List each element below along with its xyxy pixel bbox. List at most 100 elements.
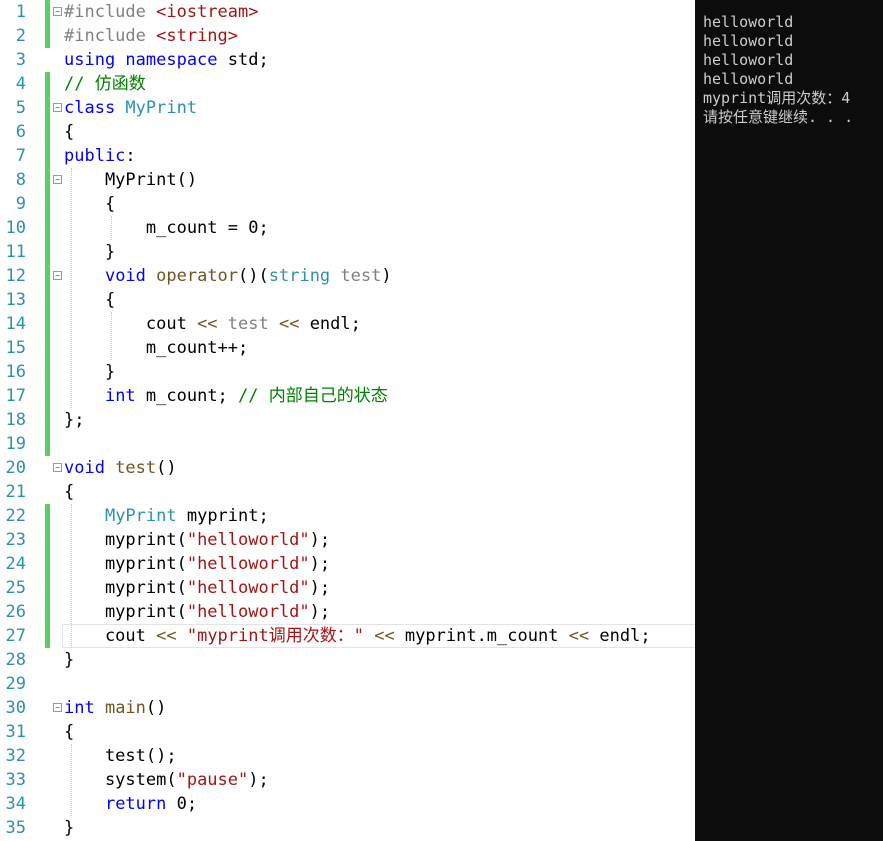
code-token: } bbox=[64, 650, 75, 670]
line-number: 30 bbox=[5, 698, 26, 718]
code-line[interactable]: 18}; bbox=[0, 408, 695, 432]
code-token: MyPrint() bbox=[64, 170, 198, 190]
line-number: 32 bbox=[5, 746, 26, 766]
console-output-line: helloworld bbox=[703, 70, 794, 88]
code-line[interactable]: 2 #include <string> bbox=[0, 24, 695, 48]
code-line[interactable]: 33 system("pause"); bbox=[0, 768, 695, 792]
code-text: MyPrint myprint; bbox=[64, 504, 269, 528]
code-token: MyPrint bbox=[104, 506, 187, 526]
code-line[interactable]: 30 int main() bbox=[0, 696, 695, 720]
code-line[interactable]: 14 cout << test << endl; bbox=[0, 312, 695, 336]
code-text: test(); bbox=[64, 744, 177, 768]
line-number: 16 bbox=[5, 362, 26, 382]
code-line[interactable]: 25 myprint("helloworld"); bbox=[0, 576, 695, 600]
code-token: int bbox=[64, 698, 105, 718]
code-line[interactable]: 3 using namespace std; bbox=[0, 48, 695, 72]
change-indicator bbox=[45, 216, 50, 240]
collapse-icon[interactable] bbox=[53, 271, 62, 280]
code-text: cout << "myprint调用次数：" << myprint.m_coun… bbox=[64, 624, 651, 648]
code-line[interactable]: 17 int m_count; // 内部自己的状态 bbox=[0, 384, 695, 408]
code-token: test bbox=[115, 458, 157, 478]
code-token: cout bbox=[64, 626, 157, 646]
change-indicator bbox=[45, 120, 50, 144]
console-output-line: helloworld bbox=[703, 13, 794, 31]
code-token: std; bbox=[227, 50, 269, 70]
code-line[interactable]: 20 void test() bbox=[0, 456, 695, 480]
change-indicator bbox=[45, 432, 50, 456]
code-line[interactable]: 10 m_count = 0; bbox=[0, 216, 695, 240]
code-token: << bbox=[374, 626, 405, 646]
code-token: #include bbox=[64, 26, 157, 46]
collapse-icon[interactable] bbox=[53, 463, 62, 472]
console-window[interactable]: helloworld helloworld helloworld helloworld… bbox=[695, 0, 883, 841]
line-number: 4 bbox=[15, 74, 26, 94]
code-line[interactable]: 23 myprint("helloworld"); bbox=[0, 528, 695, 552]
code-line[interactable]: 35} bbox=[0, 816, 695, 840]
code-line[interactable]: 34 return 0; bbox=[0, 792, 695, 816]
line-number: 2 bbox=[15, 26, 26, 46]
code-line[interactable]: 28} bbox=[0, 648, 695, 672]
code-line[interactable]: 15 m_count++; bbox=[0, 336, 695, 360]
code-token: ) bbox=[381, 266, 392, 286]
line-number: 9 bbox=[15, 194, 26, 214]
code-line[interactable]: 16 } bbox=[0, 360, 695, 384]
collapse-icon[interactable] bbox=[53, 175, 62, 184]
code-line[interactable]: 1 #include <iostream> bbox=[0, 0, 695, 24]
console-output-line: myprint调用次数：4 bbox=[703, 89, 851, 107]
line-number: 31 bbox=[5, 722, 26, 742]
line-number: 20 bbox=[5, 458, 26, 478]
code-text: cout << test << endl; bbox=[64, 312, 361, 336]
line-number: 11 bbox=[5, 242, 26, 262]
code-line[interactable]: 4 // 仿函数 bbox=[0, 72, 695, 96]
code-token: ); bbox=[309, 602, 331, 622]
code-line[interactable]: 9 { bbox=[0, 192, 695, 216]
code-line[interactable]: 7 public: bbox=[0, 144, 695, 168]
collapse-icon[interactable] bbox=[53, 703, 62, 712]
collapse-icon[interactable] bbox=[53, 103, 62, 112]
change-indicator bbox=[45, 504, 50, 528]
indent-guide bbox=[71, 504, 72, 648]
code-line[interactable]: 5 class MyPrint bbox=[0, 96, 695, 120]
code-token: endl; bbox=[599, 626, 651, 646]
code-line[interactable]: 24 myprint("helloworld"); bbox=[0, 552, 695, 576]
code-text: #include <string> bbox=[64, 24, 238, 48]
change-indicator bbox=[45, 72, 50, 96]
code-line[interactable]: 8 MyPrint() bbox=[0, 168, 695, 192]
code-text: m_count++; bbox=[64, 336, 248, 360]
code-token: <iostream> bbox=[156, 2, 259, 22]
code-line[interactable]: 31 { bbox=[0, 720, 695, 744]
line-number: 7 bbox=[15, 146, 26, 166]
change-indicator bbox=[45, 24, 50, 48]
code-token: { bbox=[64, 482, 75, 502]
code-token: << bbox=[568, 626, 600, 646]
code-line[interactable]: 29 bbox=[0, 672, 695, 696]
code-line[interactable]: 12 void operator()(string test) bbox=[0, 264, 695, 288]
line-number: 17 bbox=[5, 386, 26, 406]
code-line[interactable]: 13 { bbox=[0, 288, 695, 312]
code-text: myprint("helloworld"); bbox=[64, 528, 330, 552]
code-text: myprint("helloworld"); bbox=[64, 576, 330, 600]
code-token: operator bbox=[156, 266, 239, 286]
line-number: 8 bbox=[15, 170, 26, 190]
code-token: << bbox=[156, 626, 187, 646]
code-line[interactable]: 21 { bbox=[0, 480, 695, 504]
code-token: void bbox=[64, 458, 116, 478]
code-token: "helloworld" bbox=[186, 530, 310, 550]
change-indicator bbox=[45, 408, 50, 432]
code-line[interactable]: 26 myprint("helloworld"); bbox=[0, 600, 695, 624]
code-line[interactable]: 27 cout << "myprint调用次数：" << myprint.m_c… bbox=[0, 624, 695, 648]
code-token: test bbox=[340, 266, 382, 286]
code-token: myprint( bbox=[64, 602, 187, 622]
code-line[interactable]: 19 bbox=[0, 432, 695, 456]
code-line[interactable]: 32 test(); bbox=[0, 744, 695, 768]
code-line[interactable]: 22 MyPrint myprint; bbox=[0, 504, 695, 528]
change-indicator bbox=[45, 240, 50, 264]
change-indicator bbox=[45, 360, 50, 384]
code-token: myprint( bbox=[64, 578, 187, 598]
code-token: string bbox=[268, 266, 341, 286]
code-token: myprint( bbox=[64, 554, 187, 574]
code-line[interactable]: 6{ bbox=[0, 120, 695, 144]
collapse-icon[interactable] bbox=[53, 7, 62, 16]
code-line[interactable]: 11 } bbox=[0, 240, 695, 264]
code-editor[interactable]: 1 #include <iostream> 2 #include <string> 3 u… bbox=[0, 0, 695, 841]
